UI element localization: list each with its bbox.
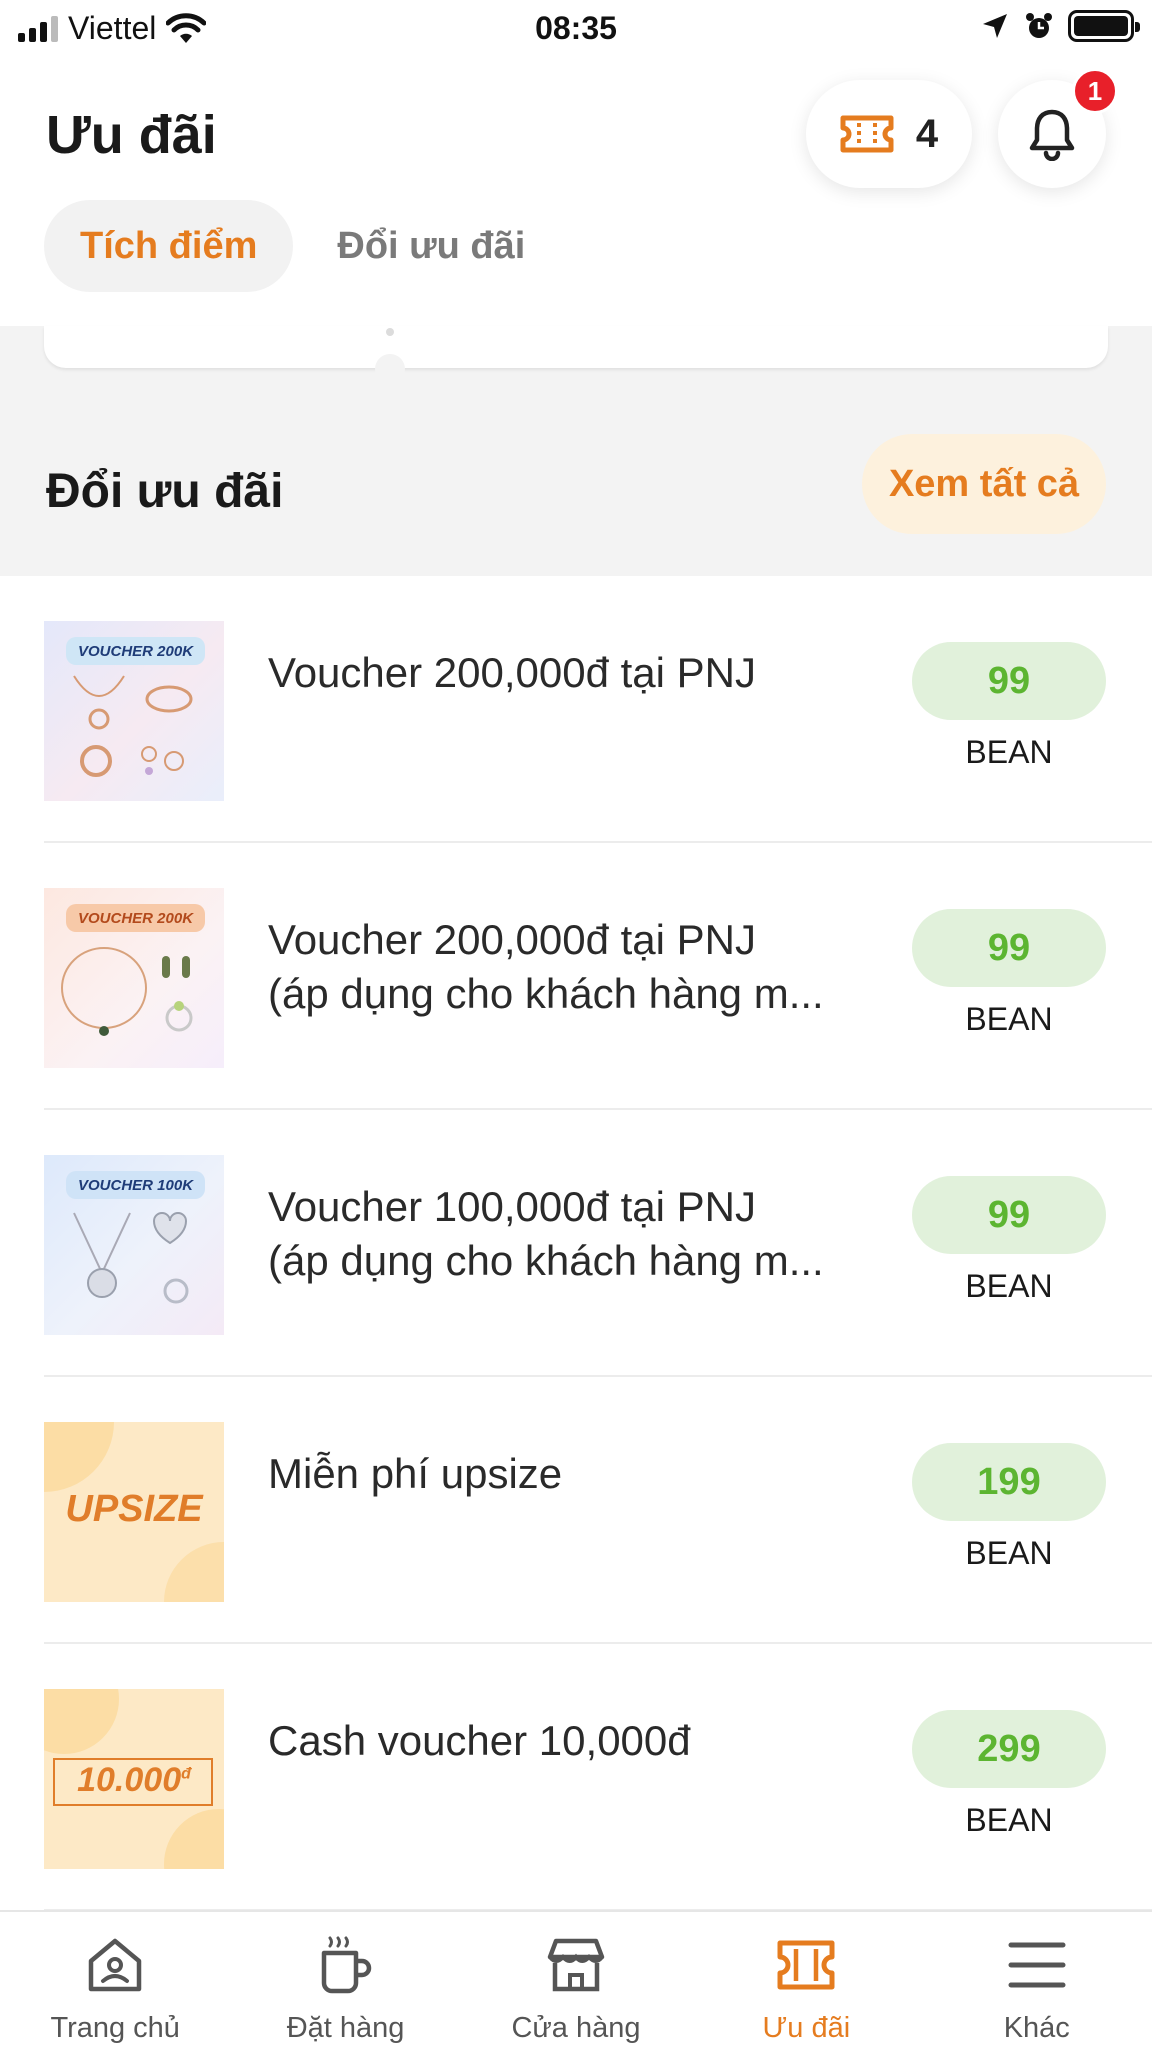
home-icon [84, 1934, 146, 1996]
price-unit: BEAN [965, 1268, 1053, 1304]
tab-earn-points[interactable]: Tích điểm [44, 200, 294, 292]
nav-label: Khác [1003, 2012, 1070, 2044]
ticket-icon [775, 1934, 837, 1996]
reward-title-line2: (áp dụng cho khách hàng m... [268, 970, 824, 1017]
nav-store[interactable]: Cửa hàng [461, 1912, 691, 2048]
menu-icon [1006, 1934, 1068, 1996]
price-unit: BEAN [965, 1535, 1053, 1571]
section-header-band: Đổi ưu đãi Xem tất cả [0, 326, 1152, 576]
reward-title: Voucher 200,000đ tại PNJ [268, 646, 868, 700]
status-bar: Viettel 08:35 [0, 0, 1152, 56]
card-dot [386, 328, 394, 336]
store-icon [545, 1934, 607, 1996]
reward-item[interactable]: VOUCHER 200K Voucher 200,000đ tại PNJ 99… [0, 576, 1152, 843]
jewelry-illustration [73, 675, 193, 777]
reward-item[interactable]: 10.000đ Cash voucher 10,000đ 299 BEAN [0, 1644, 1152, 1911]
reward-title: Voucher 100,000đ tại PNJ (áp dụng cho kh… [268, 1180, 868, 1288]
view-all-button[interactable]: Xem tất cả [862, 434, 1106, 534]
battery-icon [1068, 10, 1140, 42]
reward-thumbnail: VOUCHER 200K [44, 888, 224, 1068]
reward-title-line1: Voucher 200,000đ tại PNJ [268, 649, 757, 696]
page-title: Ưu đãi [46, 105, 217, 165]
reward-title-line1: Voucher 200,000đ tại PNJ [268, 916, 757, 963]
price-unit: BEAN [965, 1001, 1053, 1037]
nav-label: Trang chủ [50, 2012, 180, 2044]
price-unit: BEAN [965, 1802, 1053, 1838]
notification-badge: 1 [1072, 68, 1118, 114]
nav-home[interactable]: Trang chủ [0, 1912, 230, 2048]
nav-label: Ưu đãi [762, 2012, 851, 2044]
card-notch [375, 354, 405, 384]
reward-title: Voucher 200,000đ tại PNJ (áp dụng cho kh… [268, 913, 868, 1021]
nav-label: Cửa hàng [511, 2012, 641, 2044]
nav-rewards[interactable]: Ưu đãi [691, 1912, 921, 2048]
reward-thumbnail: UPSIZE [44, 1422, 224, 1602]
reward-title-line1: Miễn phí upsize [268, 1450, 563, 1497]
thumbnail-text: 10.000đ [44, 1761, 224, 1800]
reward-item[interactable]: VOUCHER 200K Voucher 200,000đ tại PNJ (á… [0, 843, 1152, 1110]
bell-icon [1029, 109, 1075, 161]
reward-thumbnail: VOUCHER 100K [44, 1155, 224, 1335]
reward-title-line2: (áp dụng cho khách hàng m... [268, 1237, 824, 1284]
alarm-icon [1026, 13, 1052, 38]
section-title: Đổi ưu đãi [46, 465, 284, 518]
price-badge: 99 [912, 1176, 1106, 1254]
jewelry-illustration [61, 947, 193, 1036]
my-vouchers-button[interactable]: 4 [806, 80, 972, 188]
reward-title-line1: Voucher 100,000đ tại PNJ [268, 1183, 757, 1230]
voucher-count: 4 [915, 111, 939, 156]
thumbnail-currency: đ [181, 1765, 191, 1783]
ticket-icon [840, 115, 894, 153]
price-badge: 99 [912, 642, 1106, 720]
price-badge: 299 [912, 1710, 1106, 1788]
reward-item[interactable]: UPSIZE Miễn phí upsize 199 BEAN [0, 1377, 1152, 1644]
coffee-cup-icon [315, 1934, 377, 1996]
jewelry-illustration [73, 1212, 189, 1304]
thumbnail-amount: 10.000 [77, 1761, 182, 1799]
header: Ưu đãi 4 1 Tích điểm Đổi ưu đãi [0, 56, 1152, 326]
tab-bar: Tích điểm Đổi ưu đãi [44, 200, 561, 292]
reward-title: Miễn phí upsize [268, 1447, 868, 1501]
reward-title: Cash voucher 10,000đ [268, 1714, 868, 1768]
price-badge: 99 [912, 909, 1106, 987]
thumbnail-text: UPSIZE [65, 1488, 203, 1530]
reward-thumbnail: 10.000đ [44, 1689, 224, 1869]
bottom-nav: Trang chủ Đặt hàng Cửa hàng Ưu đãi Khác [0, 1910, 1152, 2048]
nav-label: Đặt hàng [286, 2012, 405, 2044]
status-right [980, 10, 1140, 42]
reward-title-line1: Cash voucher 10,000đ [268, 1717, 691, 1764]
price-badge: 199 [912, 1443, 1106, 1521]
nav-more[interactable]: Khác [922, 1912, 1152, 2048]
price-unit: BEAN [965, 734, 1053, 770]
reward-item[interactable]: VOUCHER 100K Voucher 100,000đ tại PNJ (á… [0, 1110, 1152, 1377]
reward-thumbnail: VOUCHER 200K [44, 621, 224, 801]
points-card-bottom [44, 326, 1108, 368]
location-arrow-icon [983, 14, 1007, 38]
tab-redeem-rewards[interactable]: Đổi ưu đãi [301, 200, 561, 292]
nav-order[interactable]: Đặt hàng [230, 1912, 460, 2048]
rewards-list: VOUCHER 200K Voucher 200,000đ tại PNJ 99… [0, 576, 1152, 1911]
